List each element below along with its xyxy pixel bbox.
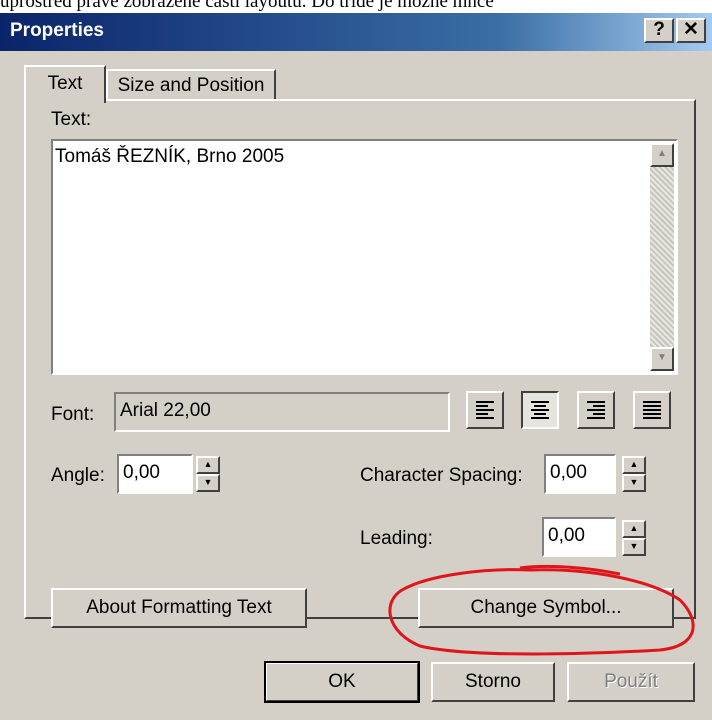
help-button[interactable]: ? [644, 18, 674, 43]
font-label: Font: [51, 404, 95, 425]
align-left-button[interactable] [466, 391, 504, 429]
dialog-title: Properties [10, 20, 104, 41]
spin-up-icon[interactable]: ▲ [196, 456, 220, 474]
text-label: Text: [51, 109, 92, 130]
tab-text[interactable]: Text [24, 65, 106, 103]
spin-up-icon[interactable]: ▲ [622, 520, 646, 538]
spin-up-icon[interactable]: ▲ [622, 456, 646, 474]
vertical-scrollbar[interactable]: ▲ ▼ [650, 143, 674, 371]
align-center-icon [531, 401, 549, 419]
leading-label: Leading: [360, 528, 433, 549]
leading-input[interactable]: 0,00 [542, 517, 616, 557]
cancel-button[interactable]: Storno [431, 662, 555, 702]
about-formatting-text-button[interactable]: About Formatting Text [51, 588, 307, 628]
spin-down-icon[interactable]: ▼ [622, 474, 646, 492]
apply-button: Použít [567, 662, 695, 702]
spin-down-icon[interactable]: ▼ [196, 474, 220, 492]
align-left-icon [476, 401, 494, 419]
angle-spinner[interactable]: ▲ ▼ [196, 456, 220, 492]
text-input-value: Tomáš ŘEZNÍK, Brno 2005 [55, 146, 285, 167]
scroll-up-icon[interactable]: ▲ [650, 143, 674, 167]
angle-input[interactable]: 0,00 [117, 454, 193, 494]
annotation-circle [388, 564, 695, 656]
align-right-button[interactable] [577, 391, 615, 429]
font-display: Arial 22,00 [114, 392, 450, 432]
align-justify-button[interactable] [633, 391, 671, 429]
ok-button[interactable]: OK [264, 661, 420, 703]
leading-spinner[interactable]: ▲ ▼ [622, 520, 646, 556]
align-center-button[interactable] [521, 391, 559, 429]
character-spacing-input[interactable]: 0,00 [544, 454, 616, 494]
tab-size-and-position[interactable]: Size and Position [106, 69, 276, 101]
align-right-icon [587, 401, 605, 419]
scroll-down-icon[interactable]: ▼ [650, 347, 674, 371]
text-input-area[interactable]: Tomáš ŘEZNÍK, Brno 2005 ▲ ▼ [51, 139, 678, 375]
character-spacing-spinner[interactable]: ▲ ▼ [622, 456, 646, 492]
spin-down-icon[interactable]: ▼ [622, 538, 646, 556]
angle-label: Angle: [51, 465, 105, 486]
title-bar[interactable]: Properties ? ✕ [0, 13, 712, 51]
background-document-text: uprostřed právě zobrazené části layoutu.… [0, 0, 494, 12]
align-justify-icon [643, 401, 661, 419]
close-button[interactable]: ✕ [676, 18, 706, 43]
character-spacing-label: Character Spacing: [360, 465, 523, 486]
